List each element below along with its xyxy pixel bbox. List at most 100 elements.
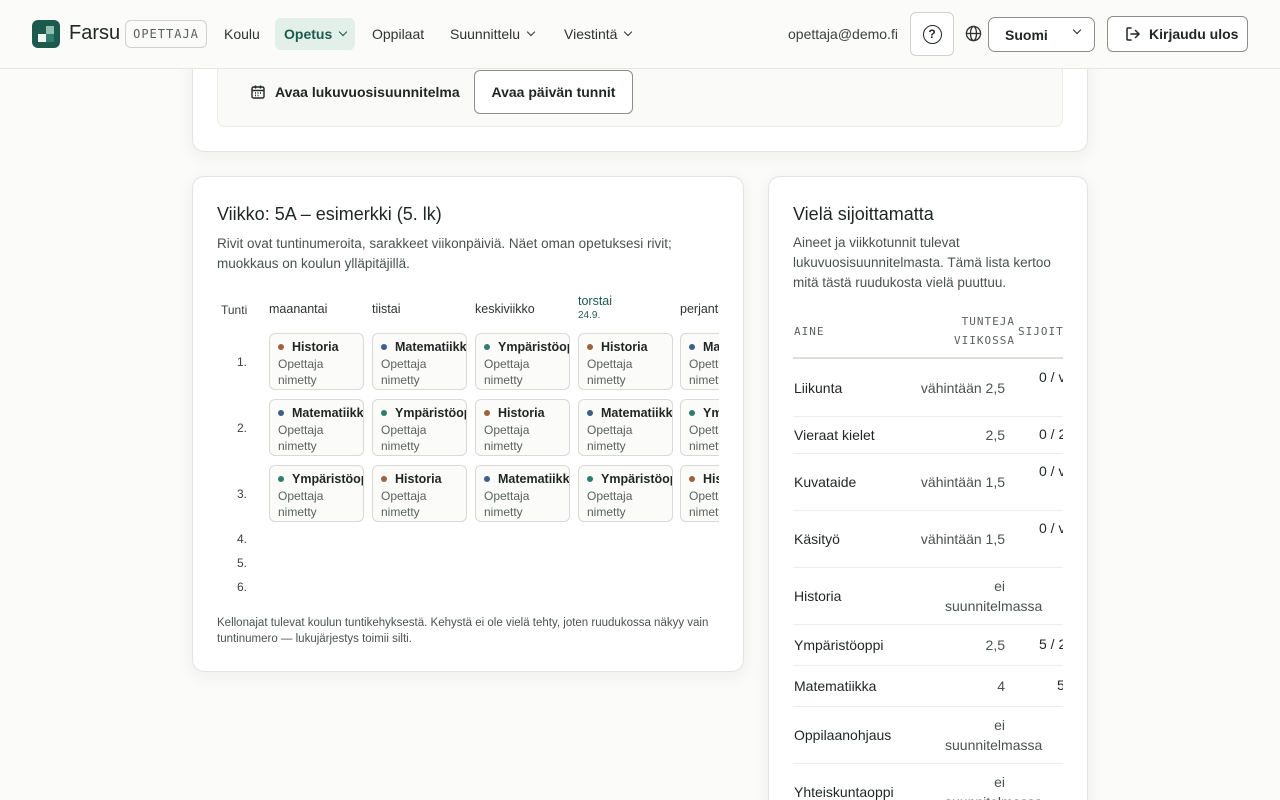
lesson-cell[interactable]: Ympäristöoppi Opettaja nimetty [372,399,467,456]
lesson-cell[interactable]: Matematiikka Opettaja nimetty [475,465,570,522]
subject-color-dot [689,410,695,416]
column-header-subject: AINE [794,325,825,338]
subject-color-dot [381,344,387,350]
subject-color-dot [587,344,593,350]
lesson-cell[interactable]: Matematiikka Opettaja nimetty [680,333,719,390]
help-button[interactable]: ? [910,12,954,56]
lesson-subject: Historia [498,406,545,420]
nav-koulu-label: Koulu [224,26,260,42]
week-note: Kellonajat tulevat koulun tuntikehyksest… [217,617,709,645]
week-grid: Tunti maanantai tiistai keskiviikko torstai… [217,290,719,600]
logout-icon [1126,27,1140,41]
table-header-divider [793,357,1063,359]
lesson-number: 4. [236,532,247,546]
day-label: tiistai [372,302,401,316]
language-select-value: Suomi [1005,26,1048,43]
nav-suunnittelu-label: Suunnittelu [450,26,521,42]
lesson-subject: Ympäristöoppi [395,406,466,420]
day-header: perjantai [680,302,719,316]
unassigned-subject: Ympäristöoppi [794,636,884,653]
unassigned-subject: Käsityö [794,530,840,547]
unassigned-hours: ei suunnitelmassa [945,773,1042,800]
nav-opetus[interactable]: Opetus [275,18,356,50]
lesson-cell[interactable]: Historia Opettaja nimetty [372,465,467,522]
lesson-cell[interactable]: Matematiikka Opettaja nimetty [269,399,364,456]
table-row-divider [793,510,1063,511]
lesson-cell[interactable]: Matematiikka Opettaja nimetty [372,333,467,390]
lesson-number: 3. [236,487,247,501]
unassigned-table: AINE TUNTEJA VIIKOSSA SIJOITETTU Liikunt… [793,306,1063,800]
farsu-logo-icon[interactable] [32,20,60,48]
subject-color-dot [484,344,490,350]
open-year-plan-label: Avaa lukuvuosisuunnitelma [275,84,460,100]
lesson-cell[interactable]: Ympäristöoppi Opettaja nimetty [680,399,719,456]
lesson-cell[interactable]: Historia Opettaja nimetty [475,399,570,456]
nav-opetus-label: Opetus [284,26,333,42]
unassigned-placed: 0 / väh. 2,5 [1039,369,1063,385]
lesson-cell[interactable]: Ympäristöoppi Opettaja nimetty [269,465,364,522]
lesson-teacher: Opettaja nimetty [381,489,427,519]
brand-name[interactable]: Farsu [69,22,120,45]
lesson-subject: Ympäristöoppi [601,472,672,486]
lesson-subject: Matematiikka [703,340,719,354]
logout-button[interactable]: Kirjaudu ulos [1107,16,1248,52]
lesson-subject: Matematiikka [498,472,570,486]
lesson-teacher: Opettaja nimetty [587,489,633,519]
unassigned-subject: Oppilaanohjaus [794,726,892,743]
lesson-subject: Ympäristöoppi [498,340,569,354]
table-row-divider [793,453,1063,454]
table-row-divider [793,567,1063,568]
unassigned-placed: 0 / väh. 1,5 [1039,520,1063,536]
lesson-number: 2. [236,421,247,435]
lesson-teacher: Opettaja nimetty [689,357,719,387]
nav-suunnittelu[interactable]: Suunnittelu [441,18,543,50]
language-select[interactable]: Suomi [988,17,1095,52]
lesson-cell[interactable]: Ympäristöoppi Opettaja nimetty [578,465,673,522]
lesson-cell[interactable]: Historia Opettaja nimetty [680,465,719,522]
lesson-teacher: Opettaja nimetty [381,423,427,453]
lesson-subject: Ympäristöoppi [292,472,363,486]
lesson-cell[interactable]: Matematiikka Opettaja nimetty [578,399,673,456]
day-label: maanantai [269,302,328,316]
lesson-subject: Historia [601,340,648,354]
unassigned-hours: vähintään 1,5 [920,530,1005,547]
lesson-cell[interactable]: Historia Opettaja nimetty [269,333,364,390]
subject-color-dot [587,410,593,416]
lesson-number: 1. [236,355,247,369]
lesson-subject: Matematiikka [292,406,364,420]
chevron-down-icon [624,27,633,37]
lesson-cell[interactable]: Historia Opettaja nimetty [578,333,673,390]
lesson-teacher: Opettaja nimetty [381,357,427,387]
nav-viestinta-label: Viestintä [564,26,618,42]
help-icon: ? [922,24,942,44]
open-year-plan-button[interactable]: Avaa lukuvuosisuunnitelma [236,70,462,114]
lesson-subject: Matematiikka [395,340,467,354]
day-label: perjantai [680,302,719,316]
unassigned-hours: ei suunnitelmassa [945,716,1043,753]
open-day-lessons-button[interactable]: Avaa päivän tunnit [474,70,633,114]
subject-color-dot [381,476,387,482]
lesson-teacher: Opettaja nimetty [689,423,719,453]
logout-label: Kirjaudu ulos [1149,26,1239,42]
chevron-down-icon [338,27,348,37]
lesson-number: 5. [236,556,247,570]
nav-viestinta[interactable]: Viestintä [555,18,640,50]
lesson-teacher: Opettaja nimetty [689,489,719,519]
unassigned-placed: 5 / 2,5 [1039,635,1063,652]
lesson-cell[interactable]: Ympäristöoppi Opettaja nimetty [475,333,570,390]
unassigned-hours: 2,5 [985,426,1005,443]
unassigned-hours: vähintään 1,5 [920,473,1005,490]
unassigned-subject: Liikunta [794,379,843,396]
subject-color-dot [381,410,387,416]
nav-koulu[interactable]: Koulu [215,18,269,50]
calendar-icon [251,85,265,99]
lesson-teacher: Opettaja nimetty [587,357,633,387]
unassigned-subject: Historia [794,587,842,604]
lesson-teacher: Opettaja nimetty [484,423,530,453]
nav-oppilaat[interactable]: Oppilaat [363,18,433,50]
lesson-subject: Historia [292,340,339,354]
subject-color-dot [278,410,284,416]
column-header-placed: SIJOITETTU [1018,325,1063,338]
day-header: torstai 24.9. [578,294,612,321]
unassigned-hours: 2,5 [985,636,1005,653]
